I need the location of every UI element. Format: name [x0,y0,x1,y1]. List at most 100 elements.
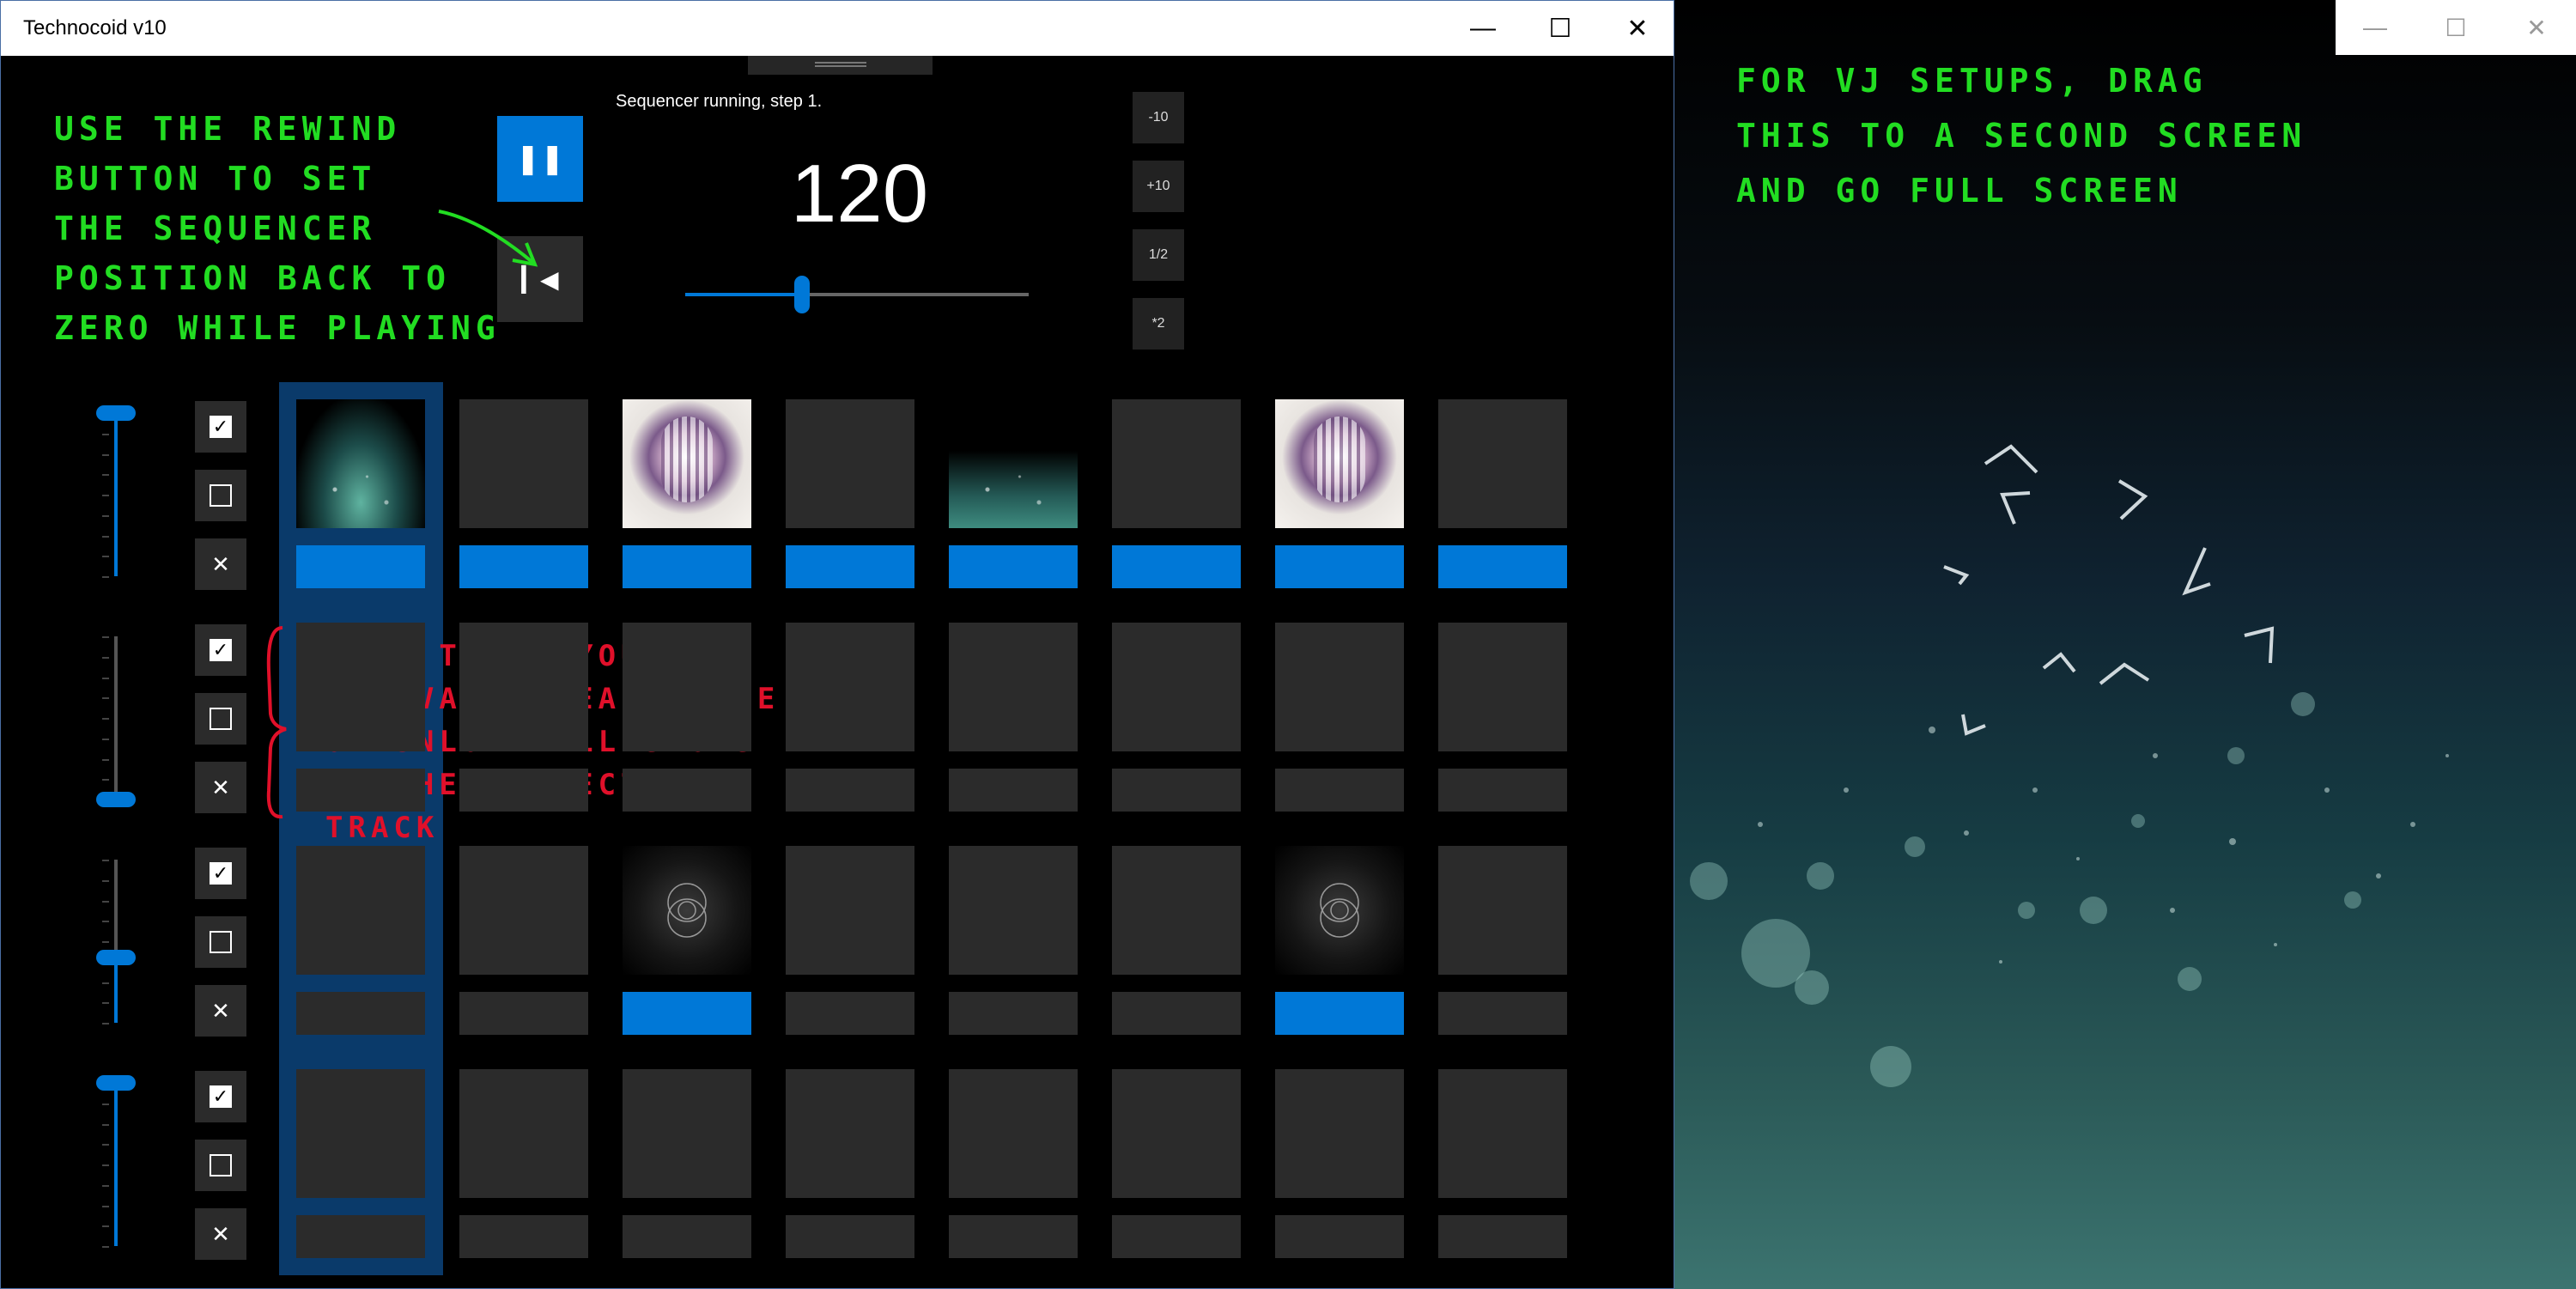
output-window[interactable]: — ☐ ✕ FOR VJ SETUPS, DRAG THIS TO A SECO… [1674,0,2576,1289]
slot-active-toggle[interactable] [1275,1215,1404,1258]
activate-all-button[interactable]: ✓ [195,848,246,899]
slot[interactable] [1275,1069,1404,1198]
volume-slider-thumb[interactable] [96,1075,136,1091]
slot[interactable] [623,846,751,975]
slot[interactable] [623,1069,751,1198]
slot-active-toggle[interactable] [1438,545,1567,588]
slot[interactable] [949,623,1078,751]
bpm-double-button[interactable]: *2 [1133,298,1184,350]
slot[interactable] [623,623,751,751]
slot[interactable] [786,846,914,975]
slot[interactable] [1438,1069,1567,1198]
unload-all-button[interactable]: ✕ [195,1208,246,1260]
slot[interactable] [1275,846,1404,975]
slot-active-toggle[interactable] [1112,992,1241,1035]
slot[interactable] [949,399,1078,528]
bpm-half-button[interactable]: 1/2 [1133,229,1184,281]
slot-active-toggle[interactable] [949,769,1078,812]
maximize-icon[interactable]: ☐ [1521,1,1600,56]
slot-active-toggle[interactable] [786,545,914,588]
slot[interactable] [786,1069,914,1198]
activate-all-button[interactable]: ✓ [195,1071,246,1122]
slot[interactable] [459,399,588,528]
slot-active-toggle[interactable] [786,1215,914,1258]
slot[interactable] [1438,399,1567,528]
slot[interactable] [459,846,588,975]
slot[interactable] [296,846,425,975]
slot-active-toggle[interactable] [296,1215,425,1258]
slot[interactable] [459,1069,588,1198]
slot-active-toggle[interactable] [949,992,1078,1035]
slot-active-toggle[interactable] [623,992,751,1035]
slot-active-toggle[interactable] [949,1215,1078,1258]
slot-active-toggle[interactable] [1275,769,1404,812]
slot[interactable] [296,399,425,528]
slot-active-toggle[interactable] [786,992,914,1035]
unload-all-button[interactable]: ✕ [195,985,246,1037]
title-bar[interactable]: Technocoid v10 — ☐ ✕ [1,1,1674,56]
slot-active-toggle[interactable] [1112,1215,1241,1258]
deactivate-all-button[interactable] [195,693,246,745]
slot[interactable] [296,1069,425,1198]
slot-active-toggle[interactable] [623,545,751,588]
bpm-minus-10-button[interactable]: -10 [1133,92,1184,143]
pause-button[interactable]: ❚❚ [497,116,583,202]
minimize-icon[interactable]: — [2336,0,2415,55]
slot[interactable] [949,1069,1078,1198]
maximize-icon[interactable]: ☐ [2416,0,2495,55]
volume-slider-thumb[interactable] [96,792,136,807]
slot-active-toggle[interactable] [1275,992,1404,1035]
slot-active-toggle[interactable] [623,769,751,812]
slot-active-toggle[interactable] [459,545,588,588]
unload-all-button[interactable]: ✕ [195,538,246,590]
slot-active-toggle[interactable] [459,769,588,812]
slot[interactable] [1275,399,1404,528]
slot-active-toggle[interactable] [1438,1215,1567,1258]
deactivate-all-button[interactable] [195,1140,246,1191]
slot[interactable] [1275,623,1404,751]
slot-active-toggle[interactable] [949,545,1078,588]
slot-active-toggle[interactable] [1438,992,1567,1035]
deactivate-all-button[interactable] [195,470,246,521]
slot[interactable] [1438,623,1567,751]
slot-active-toggle[interactable] [296,992,425,1035]
minimize-icon[interactable]: — [1443,1,1522,56]
slot-active-toggle[interactable] [296,769,425,812]
volume-tick [102,879,109,882]
close-icon[interactable]: ✕ [1598,1,1677,56]
slot-active-toggle[interactable] [459,992,588,1035]
unload-all-button[interactable]: ✕ [195,762,246,813]
slot-active-toggle[interactable] [1112,769,1241,812]
slot[interactable] [296,623,425,751]
slot-active-toggle[interactable] [786,769,914,812]
volume-slider-thumb[interactable] [96,405,136,421]
slot-active-toggle[interactable] [296,545,425,588]
slot[interactable] [1438,846,1567,975]
slot[interactable] [1112,1069,1241,1198]
slot-active-toggle[interactable] [1112,545,1241,588]
slot[interactable] [786,399,914,528]
output-title-bar[interactable]: — ☐ ✕ [2336,0,2576,55]
volume-tick [102,556,109,558]
slot[interactable] [786,623,914,751]
slot-active-toggle[interactable] [1275,545,1404,588]
slot[interactable] [459,623,588,751]
bpm-plus-10-button[interactable]: +10 [1133,161,1184,212]
close-icon[interactable]: ✕ [2497,0,2576,55]
volume-tick [102,1123,109,1126]
slot[interactable] [1112,399,1241,528]
activate-all-button[interactable]: ✓ [195,401,246,453]
slot-active-toggle[interactable] [1438,769,1567,812]
bpm-slider-thumb[interactable] [794,276,810,313]
slot[interactable] [1112,623,1241,751]
slot-active-toggle[interactable] [459,1215,588,1258]
volume-slider-track[interactable] [114,636,118,800]
slot[interactable] [949,846,1078,975]
deactivate-all-button[interactable] [195,916,246,968]
slot-active-toggle[interactable] [623,1215,751,1258]
activate-all-button[interactable]: ✓ [195,624,246,676]
slot[interactable] [623,399,751,528]
slot[interactable] [1112,846,1241,975]
drag-handle[interactable] [748,56,933,75]
volume-slider-thumb[interactable] [96,950,136,965]
